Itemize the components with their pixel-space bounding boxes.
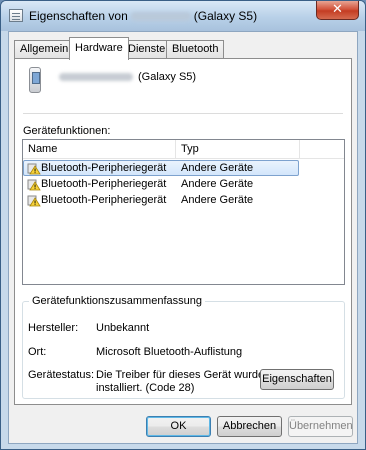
phone-icon	[29, 67, 41, 93]
row-name: Bluetooth-Peripheriegerät	[41, 194, 167, 206]
column-header-name[interactable]: Name	[23, 140, 176, 159]
location-value: Microsoft Bluetooth-Auflistung	[96, 346, 243, 358]
device-name: (Galaxy S5)	[59, 71, 196, 83]
warning-icon	[27, 163, 41, 175]
warning-icon	[27, 195, 41, 207]
cancel-button[interactable]: Abbrechen	[217, 416, 282, 437]
divider	[23, 113, 343, 114]
tab-hardware[interactable]: Hardware	[69, 37, 129, 60]
row-type: Andere Geräte	[181, 178, 254, 190]
row-name: Bluetooth-Peripheriegerät	[41, 178, 167, 190]
list-row[interactable]: Bluetooth-Peripheriegerät Andere Geräte	[23, 160, 344, 176]
tab-dienste[interactable]: Dienste	[122, 40, 172, 59]
list-row[interactable]: Bluetooth-Peripheriegerät Andere Geräte	[23, 176, 344, 192]
ok-button[interactable]: OK	[146, 416, 211, 437]
tab-bluetooth[interactable]: Bluetooth	[166, 40, 225, 59]
list-row[interactable]: Bluetooth-Peripheriegerät Andere Geräte	[23, 192, 344, 208]
row-name: Bluetooth-Peripheriegerät	[41, 162, 167, 174]
redacted-name	[130, 12, 191, 22]
row-type: Andere Geräte	[181, 194, 254, 206]
redacted-device-name	[59, 73, 133, 82]
functions-list[interactable]: Name Typ Bluetooth-Peripheriegerät Ander…	[22, 139, 345, 285]
manufacturer-value: Unbekannt	[96, 322, 150, 334]
hardware-panel: (Galaxy S5) Gerätefunktionen: Name Typ B…	[14, 58, 352, 405]
title-prefix: Eigenschaften von	[29, 9, 128, 23]
properties-dialog: Eigenschaften von (Galaxy S5) ✕ Allgemein…	[0, 0, 366, 450]
summary-legend: Gerätefunktionszusammenfassung	[29, 295, 205, 307]
tab-allgemein[interactable]: Allgemein	[14, 40, 75, 59]
title-suffix: (Galaxy S5)	[193, 9, 258, 23]
list-header: Name Typ	[23, 140, 344, 159]
status-label: Gerätestatus:	[28, 369, 95, 381]
column-header-type[interactable]: Typ	[176, 140, 300, 159]
location-label: Ort:	[28, 346, 47, 358]
apply-button[interactable]: Übernehmen	[288, 416, 353, 437]
warning-icon	[27, 179, 41, 191]
dialog-client: Allgemein Hardware Dienste Bluetooth (Ga…	[8, 31, 358, 444]
functions-label: Gerätefunktionen:	[23, 125, 111, 137]
close-button[interactable]: ✕	[316, 1, 359, 20]
row-type: Andere Geräte	[181, 162, 254, 174]
manufacturer-label: Hersteller:	[28, 322, 79, 334]
window-icon	[9, 9, 23, 22]
device-name-suffix: (Galaxy S5)	[138, 71, 197, 83]
title-bar[interactable]: Eigenschaften von (Galaxy S5) ✕	[1, 1, 365, 31]
window-title: Eigenschaften von (Galaxy S5)	[29, 9, 257, 23]
properties-button[interactable]: Eigenschaften	[260, 369, 334, 390]
